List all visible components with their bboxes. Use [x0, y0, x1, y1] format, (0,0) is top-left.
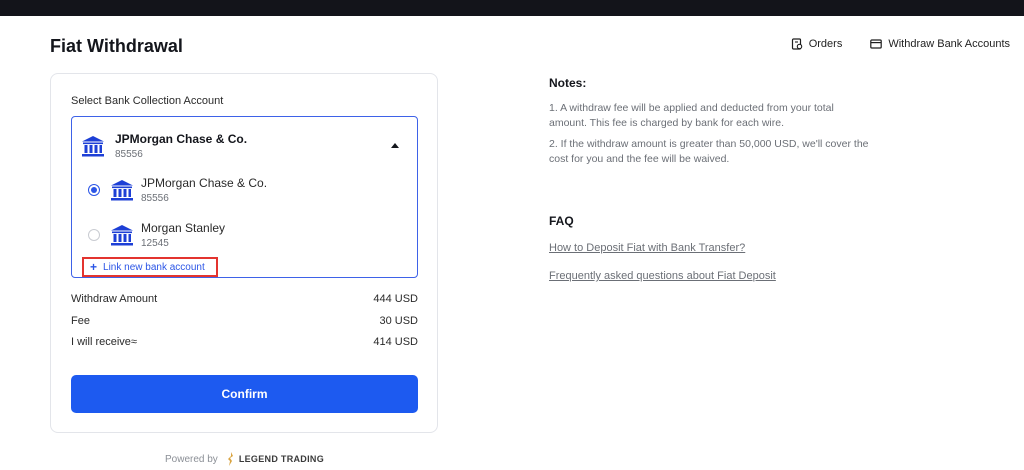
link-new-label: Link new bank account: [103, 261, 205, 273]
legend-trading-icon: [227, 452, 233, 466]
powered-by-label: Powered by: [165, 453, 218, 465]
plus-icon: +: [90, 260, 98, 274]
bank-account-dropdown[interactable]: JPMorgan Chase & Co. 85556 JPMorgan Chas…: [71, 116, 418, 278]
bank-option-jpmorgan[interactable]: JPMorgan Chase & Co. 85556: [88, 173, 408, 207]
bank-icon: [111, 180, 133, 201]
orders-link[interactable]: Orders: [791, 38, 843, 50]
withdraw-bank-accounts-label: Withdraw Bank Accounts: [888, 38, 1010, 50]
notes-title: Notes:: [549, 76, 587, 90]
bank-option-number: 85556: [141, 193, 169, 204]
selected-bank-account[interactable]: JPMorgan Chase & Co. 85556: [81, 129, 409, 163]
summary-label: Withdraw Amount: [71, 293, 158, 305]
summary-value: 414 USD: [373, 336, 418, 348]
bank-option-name: Morgan Stanley: [141, 221, 226, 235]
withdraw-bank-accounts-link[interactable]: Withdraw Bank Accounts: [870, 38, 1010, 50]
bank-option-morgan-stanley[interactable]: Morgan Stanley 12545: [88, 218, 408, 252]
radio-selected[interactable]: [88, 184, 100, 196]
summary-receive: I will receive≈ 414 USD: [71, 336, 418, 348]
top-bar: [0, 0, 1024, 16]
summary-fee: Fee 30 USD: [71, 315, 418, 327]
summary-value: 30 USD: [379, 315, 418, 327]
chevron-up-icon[interactable]: [391, 143, 399, 148]
brand-logo: LEGEND TRADING: [226, 452, 324, 466]
orders-link-label: Orders: [808, 38, 843, 50]
faq-link-fiat-deposit-faq[interactable]: Frequently asked questions about Fiat De…: [549, 270, 776, 282]
bank-icon: [82, 136, 104, 157]
top-links: Orders Withdraw Bank Accounts: [791, 38, 1010, 50]
bank-option-number: 12545: [141, 238, 169, 249]
summary-label: Fee: [71, 315, 90, 327]
note-item: 2. If the withdraw amount is greater tha…: [549, 138, 869, 165]
confirm-button[interactable]: Confirm: [71, 375, 418, 413]
note-item: 1. A withdraw fee will be applied and de…: [549, 102, 834, 129]
faq-title: FAQ: [549, 214, 574, 228]
bank-option-name: JPMorgan Chase & Co.: [141, 176, 268, 190]
summary-label: I will receive≈: [71, 336, 137, 348]
orders-icon: [791, 38, 802, 50]
powered-by: Powered by LEGEND TRADING: [165, 452, 324, 466]
bank-icon: [111, 225, 133, 246]
page-title: Fiat Withdrawal: [50, 36, 183, 56]
radio-unselected[interactable]: [88, 229, 100, 241]
link-new-bank-account-button[interactable]: + Link new bank account: [82, 257, 218, 277]
selected-bank-name: JPMorgan Chase & Co.: [115, 132, 248, 146]
faq-link-deposit-bank-transfer[interactable]: How to Deposit Fiat with Bank Transfer?: [549, 242, 745, 254]
selected-bank-number: 85556: [115, 149, 143, 160]
withdrawal-card: Select Bank Collection Account JPMorgan …: [50, 73, 438, 433]
brand-name: LEGEND TRADING: [238, 454, 325, 464]
section-label: Select Bank Collection Account: [71, 95, 224, 107]
bank-card-icon: [870, 39, 883, 49]
summary-withdraw-amount: Withdraw Amount 444 USD: [71, 293, 418, 305]
summary-value: 444 USD: [373, 293, 418, 305]
